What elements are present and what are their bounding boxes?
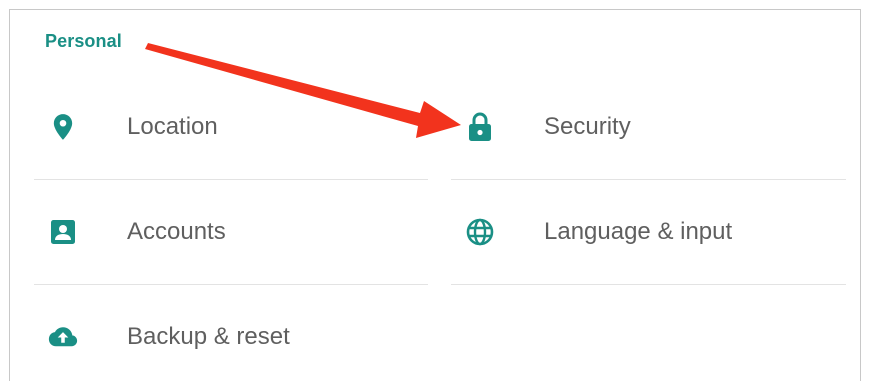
account-box-icon <box>48 217 78 247</box>
globe-icon <box>465 217 495 247</box>
settings-item-label: Accounts <box>127 218 226 245</box>
cloud-upload-icon <box>48 322 78 352</box>
settings-item-label: Backup & reset <box>127 323 290 350</box>
location-pin-icon <box>48 112 78 142</box>
settings-item-accounts[interactable]: Accounts <box>34 180 432 284</box>
settings-item-label: Security <box>544 113 631 140</box>
settings-item-language-input[interactable]: Language & input <box>451 180 849 284</box>
section-title-personal: Personal <box>45 31 122 51</box>
settings-item-location[interactable]: Location <box>34 75 432 179</box>
settings-item-security[interactable]: Security <box>451 75 849 179</box>
settings-item-label: Location <box>127 113 218 140</box>
divider <box>451 284 846 285</box>
settings-item-backup-reset[interactable]: Backup & reset <box>34 285 432 389</box>
lock-icon <box>465 112 495 142</box>
settings-item-label: Language & input <box>544 218 733 245</box>
